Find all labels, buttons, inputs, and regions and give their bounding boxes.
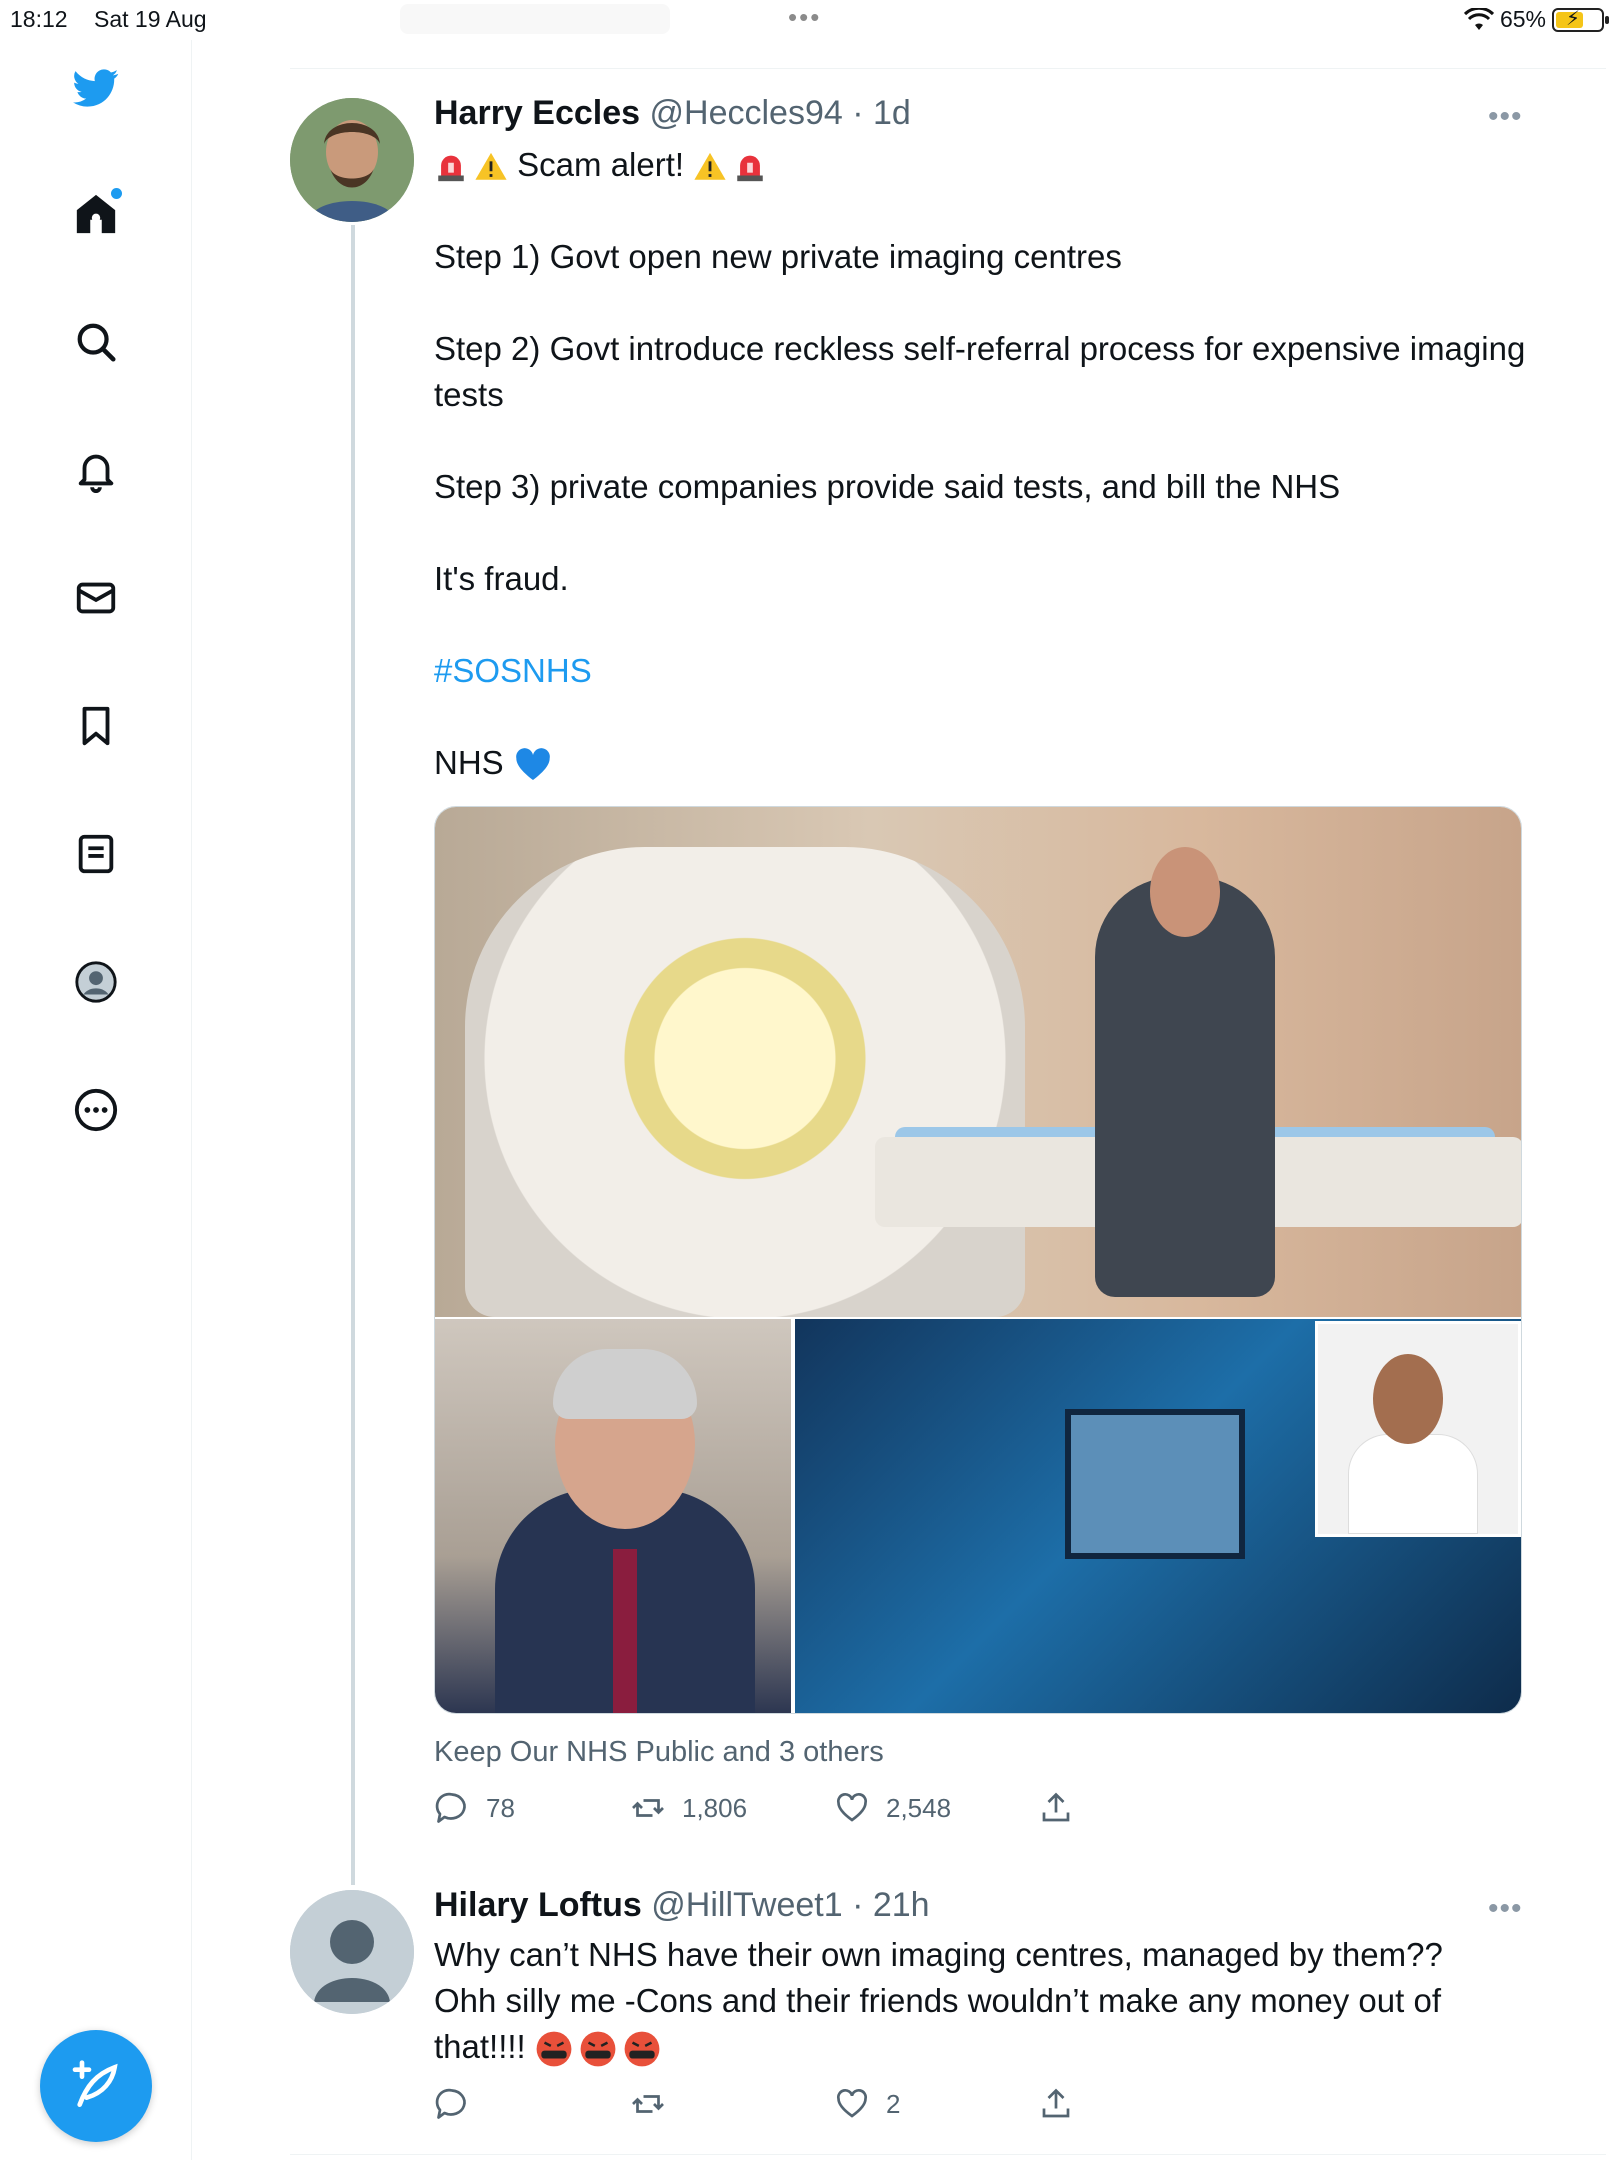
tweet-media[interactable] bbox=[434, 806, 1522, 1714]
status-bar: 18:12 Sat 19 Aug ••• 65% ⚡ bbox=[0, 0, 1620, 40]
bell-icon[interactable] bbox=[70, 444, 122, 496]
reply-share-button[interactable] bbox=[1038, 2086, 1074, 2122]
tweet-time[interactable]: · 1d bbox=[852, 94, 911, 132]
status-time: 18:12 bbox=[10, 6, 68, 32]
reply-line3: that!!!! bbox=[434, 2024, 1574, 2070]
reply-like-button[interactable]: 2 bbox=[834, 2086, 900, 2122]
cursing-face-emoji-icon bbox=[536, 2031, 572, 2067]
like-button[interactable]: 2,548 bbox=[834, 1790, 951, 1826]
tweet-fraud-line: It's fraud. bbox=[434, 560, 569, 597]
warning-emoji-icon bbox=[475, 153, 507, 181]
battery-icon: ⚡ bbox=[1552, 7, 1609, 32]
reply-more-icon[interactable]: ••• bbox=[1488, 1892, 1523, 1926]
warning-emoji-icon bbox=[694, 153, 726, 181]
retweet-icon bbox=[632, 1799, 664, 1817]
profile-icon[interactable] bbox=[70, 956, 122, 1008]
reply-author-name[interactable]: Hilary Loftus bbox=[434, 1886, 642, 1924]
reply-line3-text: that!!!! bbox=[434, 2028, 526, 2065]
like-count: 2,548 bbox=[886, 1792, 952, 1823]
url-bar bbox=[400, 4, 670, 34]
media-image-politician[interactable] bbox=[435, 1319, 791, 1713]
tweet-actions: 78 1,806 2,548 bbox=[434, 1790, 1534, 1830]
divider bbox=[290, 68, 1606, 69]
list-icon[interactable] bbox=[70, 828, 122, 880]
reply-line2: Ohh silly me -Cons and their friends wou… bbox=[434, 1982, 1441, 2019]
heart-icon bbox=[837, 1793, 867, 1822]
media-inset-photo bbox=[1315, 1321, 1521, 1537]
tweet-more-icon[interactable]: ••• bbox=[1488, 100, 1523, 134]
share-icon bbox=[1042, 1792, 1070, 1822]
tweet-nhs-line: NHS bbox=[434, 740, 1544, 786]
cursing-face-emoji-icon bbox=[580, 2031, 616, 2067]
sidebar bbox=[0, 40, 192, 2160]
author-handle[interactable]: @Heccles94 bbox=[650, 94, 843, 132]
nhs-text: NHS bbox=[434, 744, 504, 781]
thread-line bbox=[351, 225, 355, 1885]
reply-header: Hilary Loftus @HillTweet1 · 21h bbox=[434, 1886, 930, 1925]
reply-retweet-button[interactable] bbox=[630, 2086, 666, 2122]
bookmark-icon[interactable] bbox=[70, 700, 122, 752]
reply-time[interactable]: · 21h bbox=[852, 1886, 930, 1924]
default-avatar-icon bbox=[290, 1890, 414, 2014]
media-image-mri-scanner[interactable] bbox=[435, 807, 1521, 1317]
more-circle-icon[interactable] bbox=[70, 1084, 122, 1136]
battery-percent: 65% bbox=[1499, 6, 1546, 32]
retweet-count: 1,806 bbox=[682, 1792, 748, 1823]
reply-avatar[interactable] bbox=[290, 1890, 414, 2014]
reply-button[interactable]: 78 bbox=[434, 1790, 515, 1826]
headline-text: Scam alert! bbox=[517, 146, 685, 183]
compose-feather-icon bbox=[72, 2060, 118, 2107]
blue-heart-emoji-icon bbox=[516, 748, 550, 781]
siren-emoji-icon bbox=[438, 155, 464, 182]
share-button[interactable] bbox=[1038, 1790, 1074, 1826]
reply-count: 78 bbox=[486, 1792, 515, 1823]
reply-text: Why can’t NHS have their own imaging cen… bbox=[434, 1932, 1574, 2070]
status-right: 65% ⚡ bbox=[1463, 6, 1609, 33]
social-context[interactable]: Keep Our NHS Public and 3 others bbox=[434, 1736, 884, 1769]
tweet-header: Harry Eccles @Heccles94 · 1d bbox=[434, 94, 911, 133]
divider bbox=[290, 2154, 1606, 2155]
retweet-icon bbox=[632, 2095, 664, 2113]
tweet-step1: Step 1) Govt open new private imaging ce… bbox=[434, 238, 1122, 275]
media-image-imaging-room[interactable] bbox=[795, 1319, 1521, 1713]
retweet-button[interactable]: 1,806 bbox=[630, 1790, 747, 1826]
tweet-headline-line: Scam alert! bbox=[434, 142, 1544, 188]
angry-emoji-icons bbox=[535, 2030, 661, 2068]
compose-button[interactable] bbox=[40, 2030, 152, 2142]
home-notification-dot bbox=[111, 188, 122, 199]
siren-emoji-icon bbox=[737, 155, 763, 182]
wifi-icon bbox=[1463, 7, 1494, 30]
reply-author-handle[interactable]: @HillTweet1 bbox=[651, 1886, 842, 1924]
siren-warning-emoji-icons bbox=[434, 150, 508, 184]
author-name[interactable]: Harry Eccles bbox=[434, 94, 640, 132]
multitasking-dots-icon[interactable]: ••• bbox=[788, 2, 821, 33]
search-icon[interactable] bbox=[70, 316, 122, 368]
tweet-step3: Step 3) private companies provide said t… bbox=[434, 468, 1341, 505]
avatar[interactable] bbox=[290, 98, 414, 222]
warning-siren-emoji-icons bbox=[693, 150, 767, 184]
mail-icon[interactable] bbox=[70, 572, 122, 624]
twitter-bird-icon[interactable] bbox=[70, 62, 122, 114]
reply-reply-button[interactable] bbox=[434, 2086, 470, 2122]
hashtag-link[interactable]: #SOSNHS bbox=[434, 652, 592, 689]
heart-icon bbox=[837, 2089, 867, 2118]
reply-icon bbox=[435, 2088, 466, 2119]
avatar-photo bbox=[290, 98, 414, 222]
cursing-face-emoji-icon bbox=[624, 2031, 660, 2067]
tweet-step2: Step 2) Govt introduce reckless self-ref… bbox=[434, 330, 1526, 413]
reply-actions: 2 bbox=[434, 2086, 1534, 2126]
reply-icon bbox=[435, 1792, 466, 1823]
reply-like-count: 2 bbox=[886, 2088, 901, 2119]
reply-line1: Why can’t NHS have their own imaging cen… bbox=[434, 1936, 1443, 1973]
share-icon bbox=[1042, 2088, 1070, 2118]
home-icon[interactable] bbox=[70, 188, 122, 240]
status-date: Sat 19 Aug bbox=[94, 6, 207, 32]
tweet-text: Scam alert! Step 1) Govt open new privat… bbox=[434, 142, 1544, 786]
